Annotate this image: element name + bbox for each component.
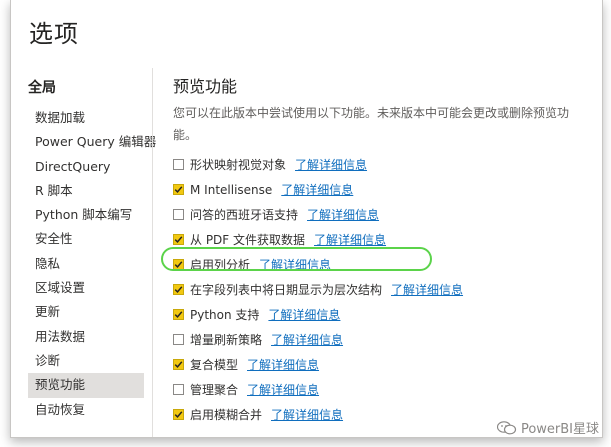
wechat-icon [496,420,517,434]
feature-row: 复合模型 了解详细信息 [173,352,593,377]
feature-row: 在字段列表中将日期显示为层次结构 了解详细信息 [173,277,593,302]
feature-checkbox[interactable] [173,334,184,345]
learn-more-link[interactable]: 了解详细信息 [271,406,343,423]
feature-checkbox[interactable] [173,159,184,170]
sidebar-divider [152,68,153,437]
preview-features-panel: 预览功能 您可以在此版本中尝试使用以下功能。未来版本中可能会更改或删除预览功能。… [173,74,593,427]
learn-more-link[interactable]: 了解详细信息 [391,281,463,298]
feature-checkbox[interactable] [173,259,184,270]
feature-checkbox[interactable] [173,359,184,370]
sidebar-item-10[interactable]: 诊断 [28,349,144,373]
watermark-text: PowerBI星球 [520,422,599,437]
dialog-title: 选项 [29,20,79,48]
feature-label: 形状映射视觉对象 [190,158,287,172]
checkmark-icon [174,311,183,319]
feature-label: 启用模糊合并 [190,408,263,422]
feature-checkbox[interactable] [173,284,184,295]
feature-row: Python 支持 了解详细信息 [173,302,593,327]
feature-row: 从 PDF 文件获取数据 了解详细信息 [173,227,593,252]
feature-label: 从 PDF 文件获取数据 [190,233,306,247]
feature-row: 问答的西班牙语支持 了解详细信息 [173,202,593,227]
feature-checkbox[interactable] [173,209,184,220]
feature-label: 管理聚合 [190,383,239,397]
checkmark-icon [174,186,183,194]
section-title: 预览功能 [173,77,238,96]
feature-label: 问答的西班牙语支持 [190,208,299,222]
feature-checkbox[interactable] [173,184,184,195]
sidebar-item-0[interactable]: 数据加载 [28,106,144,130]
learn-more-link[interactable]: 了解详细信息 [307,206,379,223]
section-description: 您可以在此版本中尝试使用以下功能。未来版本中可能会更改或删除预览功能。 [173,106,570,142]
learn-more-link[interactable]: 了解详细信息 [314,231,386,248]
feature-label: 增量刷新策略 [190,333,263,347]
sidebar-item-7[interactable]: 区域设置 [28,276,144,300]
feature-row: M Intellisense 了解详细信息 [173,177,593,202]
feature-label: 在字段列表中将日期显示为层次结构 [190,283,383,297]
sidebar-header-global: 全局 [28,80,56,96]
learn-more-link[interactable]: 了解详细信息 [281,181,353,198]
sidebar-item-11[interactable]: 预览功能 [28,373,144,398]
feature-row: 启用列分析 了解详细信息 [173,252,593,277]
checkmark-icon [174,236,183,244]
feature-label: 启用列分析 [190,258,251,272]
feature-row: 形状映射视觉对象 了解详细信息 [173,152,593,177]
feature-checkbox[interactable] [173,309,184,320]
options-dialog: 选项 全局 数据加载 Power Query 编辑器 DirectQuery R 脚本… [10,0,603,438]
checkmark-icon [174,261,183,269]
learn-more-link[interactable]: 了解详细信息 [247,381,319,398]
sidebar-list: 数据加载 Power Query 编辑器 DirectQuery R 脚本 Python… [28,106,156,422]
checkmark-icon [174,411,183,419]
feature-row: 增量刷新策略 了解详细信息 [173,327,593,352]
sidebar-item-5[interactable]: 安全性 [28,227,144,251]
sidebar-item-6[interactable]: 隐私 [28,252,144,276]
learn-more-link[interactable]: 了解详细信息 [247,356,319,373]
sidebar-item-1[interactable]: Power Query 编辑器 [28,130,156,154]
sidebar-item-9[interactable]: 用法数据 [28,325,144,349]
feature-list: 形状映射视觉对象 了解详细信息 M Intellisense 了解详细信息 问答的西班牙… [173,152,593,427]
feature-label: 复合模型 [190,358,239,372]
checkmark-icon [174,286,183,294]
feature-label: Python 支持 [190,308,260,322]
checkmark-icon [174,361,183,369]
sidebar-item-2[interactable]: DirectQuery [28,155,144,179]
sidebar-item-8[interactable]: 更新 [28,300,144,324]
watermark: PowerBI星球 [496,418,599,437]
feature-label: M Intellisense [190,182,273,197]
sidebar-item-4[interactable]: Python 脚本编写 [28,203,144,227]
feature-checkbox[interactable] [173,409,184,420]
feature-checkbox[interactable] [173,384,184,395]
feature-row: 管理聚合 了解详细信息 [173,377,593,402]
learn-more-link[interactable]: 了解详细信息 [259,256,331,273]
feature-checkbox[interactable] [173,234,184,245]
sidebar-item-12[interactable]: 自动恢复 [28,398,144,422]
learn-more-link[interactable]: 了解详细信息 [271,331,343,348]
learn-more-link[interactable]: 了解详细信息 [268,306,340,323]
options-sidebar: 全局 数据加载 Power Query 编辑器 DirectQuery R 脚本 Pyt… [28,76,156,422]
sidebar-item-3[interactable]: R 脚本 [28,179,144,203]
learn-more-link[interactable]: 了解详细信息 [295,156,367,173]
